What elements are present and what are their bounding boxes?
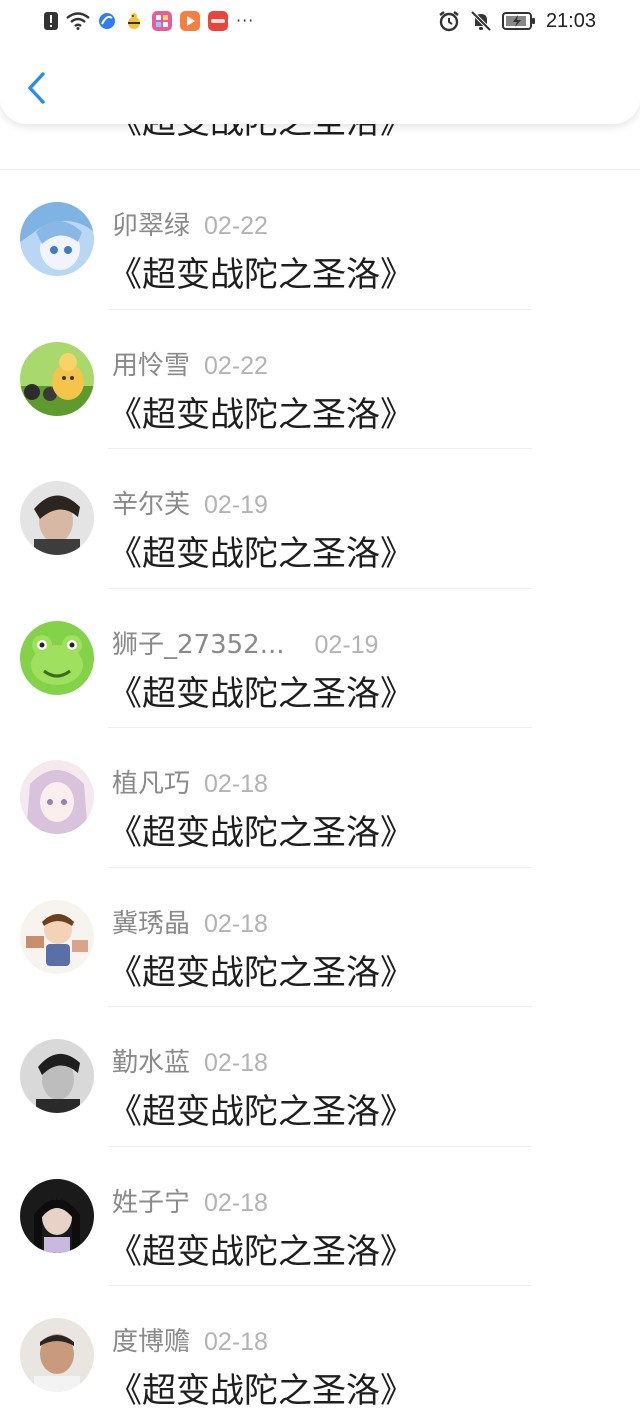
- username[interactable]: 用怜雪: [112, 351, 190, 381]
- back-button[interactable]: [16, 64, 56, 116]
- avatar[interactable]: [20, 1318, 94, 1392]
- comment-text: 《超变战陀之圣洛》: [108, 394, 414, 435]
- status-bar-left: ···: [44, 10, 254, 32]
- comment-text: 《超变战陀之圣洛》: [108, 813, 414, 853]
- status-bar-right: 21:03: [438, 8, 596, 34]
- avatar[interactable]: [20, 202, 94, 276]
- comment-date: 02-18: [204, 1049, 268, 1077]
- list-item[interactable]: 姓子宁 02-18 《超变战陀之圣洛》: [0, 1147, 640, 1286]
- comment-text: 《超变战陀之圣洛》: [108, 952, 414, 993]
- battery-icon: [501, 11, 536, 31]
- username[interactable]: 辛尔芙: [112, 490, 190, 520]
- comment-text: 《超变战陀之圣洛》: [108, 673, 414, 714]
- username[interactable]: 度博赡: [112, 1327, 190, 1357]
- chevron-left-icon: [25, 71, 47, 109]
- comment-date: 02-22: [204, 351, 268, 380]
- wifi-icon: [66, 12, 90, 30]
- comment-text: 《超变战陀之圣洛》: [108, 1371, 414, 1411]
- comment-meta: 辛尔芙 02-19: [112, 490, 268, 520]
- list-item[interactable]: 狮子_27352... 02-19 《超变战陀之圣洛》: [0, 589, 640, 728]
- comment-date: 02-19: [314, 630, 379, 659]
- comment-meta: 卯翠绿 02-22: [112, 211, 268, 241]
- list-item[interactable]: 卯翠绿 02-22 《超变战陀之圣洛》: [0, 170, 640, 310]
- avatar[interactable]: [20, 481, 94, 555]
- avatar[interactable]: [20, 620, 94, 695]
- username[interactable]: 勤水蓝: [112, 1048, 190, 1078]
- bee-app-icon: [124, 11, 144, 31]
- avatar[interactable]: [20, 1039, 94, 1113]
- clock: 21:03: [545, 9, 596, 32]
- comment-text: 《超变战陀之圣洛》: [108, 534, 414, 574]
- comment-meta: 冀琇晶 02-18: [112, 909, 268, 939]
- comment-date: 02-18: [204, 909, 268, 938]
- username[interactable]: 植凡巧: [112, 769, 190, 799]
- username[interactable]: 姓子宁: [112, 1188, 190, 1218]
- app-icon-pink: [152, 11, 172, 31]
- news-app-icon: [208, 11, 228, 31]
- list-item[interactable]: 冀琇晶 02-18 《超变战陀之圣洛》: [0, 868, 640, 1007]
- list-item[interactable]: 度博赡 02-18 《超变战陀之圣洛》: [0, 1286, 640, 1426]
- list-item[interactable]: 辛尔芙 02-19 《超变战陀之圣洛》: [0, 449, 640, 589]
- alarm-icon: [438, 10, 460, 32]
- mute-icon: [470, 10, 492, 32]
- warning-icon: [44, 12, 58, 30]
- browser-icon: [98, 12, 116, 30]
- comment-meta: 姓子宁 02-18: [112, 1188, 268, 1218]
- comment-date: 02-18: [204, 1188, 268, 1217]
- comment-meta: 狮子_27352... 02-19: [112, 630, 378, 660]
- video-app-icon: [180, 11, 200, 31]
- app-header: ··· 21:03: [0, 0, 640, 124]
- more-notifications-indicator: ···: [236, 11, 255, 30]
- comment-text: 《超变战陀之圣洛》: [108, 1092, 414, 1132]
- comment-date: 02-22: [204, 212, 268, 240]
- username[interactable]: 狮子_27352...: [112, 630, 285, 660]
- comment-list: 《超变战陀之圣洛》 卯翠绿 02-22 《超变战陀之圣洛》: [0, 0, 640, 1426]
- list-item[interactable]: 植凡巧 02-18 《超变战陀之圣洛》: [0, 728, 640, 868]
- comment-date: 02-19: [204, 491, 268, 519]
- comment-meta: 植凡巧 02-18: [112, 769, 268, 799]
- comment-meta: 用怜雪 02-22: [112, 351, 268, 381]
- avatar[interactable]: [20, 1178, 94, 1253]
- comment-meta: 勤水蓝 02-18: [112, 1048, 268, 1078]
- status-bar: ··· 21:03: [0, 0, 640, 44]
- username[interactable]: 冀琇晶: [112, 909, 190, 939]
- avatar[interactable]: [20, 760, 94, 834]
- comment-date: 02-18: [204, 1328, 268, 1356]
- avatar[interactable]: [20, 899, 94, 974]
- list-item[interactable]: 勤水蓝 02-18 《超变战陀之圣洛》: [0, 1007, 640, 1147]
- comment-text: 《超变战陀之圣洛》: [108, 255, 414, 295]
- avatar[interactable]: [20, 341, 94, 416]
- list-item[interactable]: 用怜雪 02-22 《超变战陀之圣洛》: [0, 310, 640, 449]
- username[interactable]: 卯翠绿: [112, 211, 190, 241]
- comment-meta: 度博赡 02-18: [112, 1327, 268, 1357]
- comment-date: 02-18: [204, 770, 268, 798]
- comment-text: 《超变战陀之圣洛》: [108, 1231, 414, 1272]
